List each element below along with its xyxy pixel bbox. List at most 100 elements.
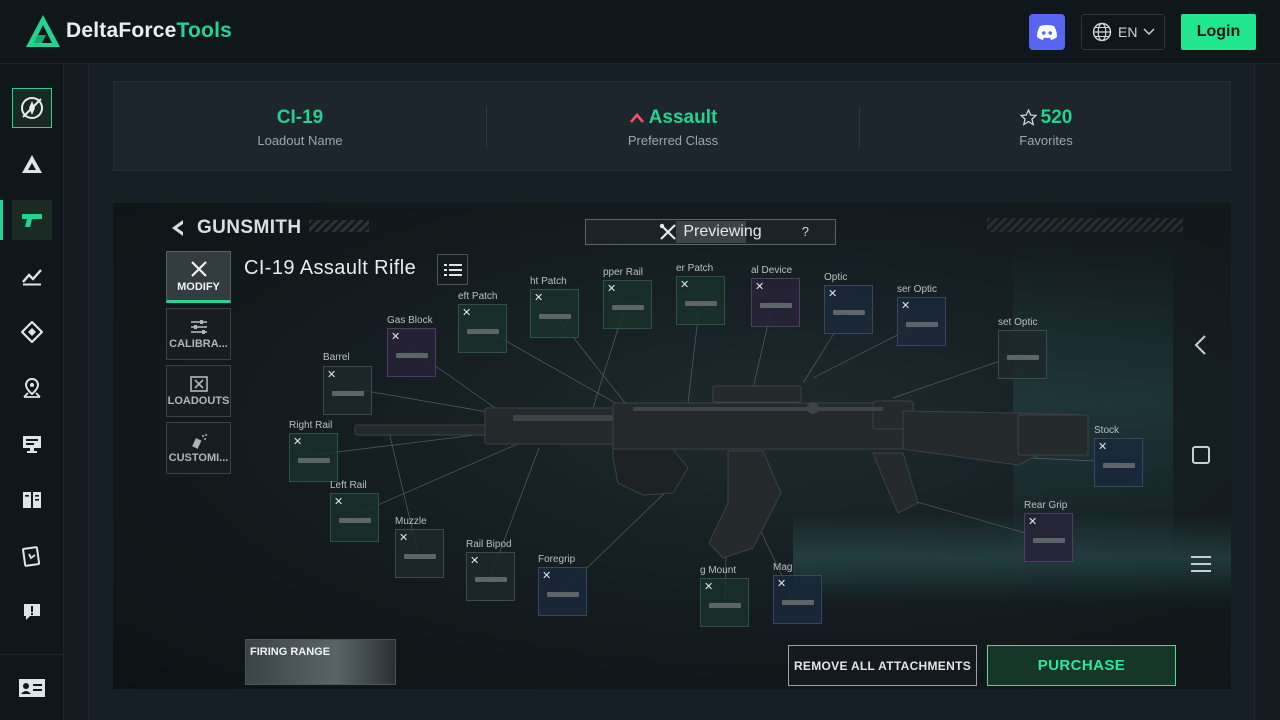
tools-icon: ✕ (462, 307, 472, 319)
slot-label-gas-block: Gas Block (387, 315, 433, 326)
sidebar-item-map[interactable] (12, 368, 52, 408)
slot-label-right-rail: Right Rail (289, 420, 333, 431)
top-bar: DeltaForceTools EN Login (0, 0, 1280, 64)
chevron-up-class-icon (629, 112, 644, 123)
slot-label-barrel: Barrel (323, 352, 350, 363)
alert-icon (24, 604, 40, 620)
sidebar-item-compass[interactable] (12, 88, 52, 128)
discord-icon (1037, 25, 1057, 40)
sidebar (0, 64, 64, 720)
book-icon (23, 492, 41, 508)
slot-barrel: ✕ (323, 366, 372, 415)
sidebar-item-monitor[interactable] (12, 424, 52, 464)
language-selector[interactable]: EN (1081, 14, 1165, 50)
weapon-illustration (312, 300, 1096, 604)
remove-all-attachments-button: REMOVE ALL ATTACHMENTS (788, 645, 977, 686)
stat-preferred-class: Assault Preferred Class (487, 82, 859, 172)
sidebar-item-navigation[interactable] (12, 312, 52, 352)
sidebar-item-report[interactable] (12, 592, 52, 632)
tools-icon: ✕ (755, 281, 765, 293)
slot-label-stock: Stock (1094, 425, 1120, 436)
slot-offset-optic (998, 330, 1047, 379)
firing-range-thumbnail: FIRING RANGE (245, 639, 396, 685)
slot-right-patch: ✕ (530, 289, 579, 338)
slot-rear-grip: ✕ (1024, 513, 1073, 562)
purchase-button: PURCHASE (987, 645, 1176, 686)
tools-icon: ✕ (607, 283, 617, 295)
sidebar-item-delta[interactable] (12, 144, 52, 184)
slot-label-rail-bipod: Rail Bipod (466, 539, 512, 550)
tools-icon: ✕ (399, 532, 409, 544)
slot-stock: ✕ (1094, 438, 1143, 487)
slot-foregrip: ✕ (538, 567, 587, 616)
slot-label-offset-optic: set Optic (998, 317, 1038, 328)
sidebar-item-contact[interactable] (12, 668, 52, 708)
slot-rail-bipod: ✕ (466, 552, 515, 601)
slot-upper-patch: ✕ (676, 276, 725, 325)
tools-icon: ✕ (327, 369, 337, 381)
logo[interactable]: DeltaForceTools (24, 13, 232, 49)
preferred-class-label: Preferred Class (627, 132, 719, 148)
logo-text-primary: DeltaForce (66, 19, 177, 42)
slot-label-muzzle: Muzzle (395, 516, 427, 527)
slot-label-upper-patch: er Patch (676, 263, 714, 274)
slot-gas-block: ✕ (387, 328, 436, 377)
favorites-count: 520 (1040, 106, 1073, 128)
slot-upper-rail: ✕ (603, 280, 652, 329)
slot-right-rail: ✕ (289, 433, 338, 482)
slot-left-rail: ✕ (330, 493, 379, 542)
menu-icon (1191, 556, 1211, 572)
loadout-stats: CI-19 Loadout Name Assault Preferred Cla… (113, 81, 1231, 171)
slot-label-right-patch: ht Patch (530, 276, 567, 287)
tools-icon: ✕ (680, 279, 690, 291)
slot-label-laser-optic: ser Optic (897, 284, 938, 295)
slot-mag: ✕ (773, 575, 822, 624)
login-button[interactable]: Login (1181, 14, 1256, 50)
tools-icon: ✕ (704, 581, 714, 593)
discord-button[interactable] (1029, 14, 1065, 50)
logo-text: DeltaForceTools (66, 19, 232, 43)
gun-icon (22, 214, 42, 227)
slot-label-upper-rail: pper Rail (603, 267, 644, 278)
sidebar-item-cards[interactable] (12, 536, 52, 576)
monitor-icon (23, 436, 41, 453)
preferred-class-value: Assault (629, 106, 718, 129)
stat-favorites: 520 Favorites (860, 82, 1232, 172)
chart-trend-icon (22, 269, 42, 286)
contact-card-icon (19, 679, 45, 697)
slot-label-tactical-device: al Device (751, 265, 793, 276)
favorites-label: Favorites (1019, 132, 1073, 148)
card-icon (22, 546, 41, 567)
chevron-left-icon (1194, 335, 1206, 355)
tools-icon: ✕ (542, 570, 552, 582)
sidebar-item-stats[interactable] (12, 256, 52, 296)
slot-label-foregrip: Foregrip (538, 554, 576, 565)
delta-icon (22, 155, 42, 173)
gunsmith-screenshot: GUNSMITH Previewing ? CI-19 Assault Rifl… (113, 203, 1231, 689)
star-icon[interactable] (1019, 109, 1037, 126)
globe-icon (1092, 22, 1112, 42)
slot-optic: ✕ (824, 285, 873, 334)
slot-label-left-patch: eft Patch (458, 291, 498, 302)
tools-icon: ✕ (901, 300, 911, 312)
sidebar-item-weapons[interactable] (0, 200, 52, 240)
tools-icon: ✕ (470, 555, 480, 567)
square-icon (1192, 446, 1210, 464)
slot-laser-optic: ✕ (897, 297, 946, 346)
tools-icon: ✕ (1028, 516, 1038, 528)
delta-logo-icon (24, 13, 62, 49)
slot-tactical-device: ✕ (751, 278, 800, 327)
slot-label-mag-mount: g Mount (700, 565, 737, 576)
tools-icon: ✕ (828, 288, 838, 300)
favorites-value: 520 (1019, 106, 1073, 129)
diamond-nav-icon (21, 321, 43, 343)
logo-text-accent: Tools (176, 19, 232, 42)
preferred-class-text: Assault (648, 106, 718, 128)
slot-label-optic: Optic (824, 272, 848, 283)
map-pin-icon (23, 377, 41, 398)
tools-icon: ✕ (777, 578, 787, 590)
slot-label-left-rail: Left Rail (330, 480, 367, 491)
stat-loadout-name: CI-19 Loadout Name (114, 82, 486, 172)
sidebar-item-guide[interactable] (12, 480, 52, 520)
slot-label-mag: Mag (773, 562, 793, 573)
